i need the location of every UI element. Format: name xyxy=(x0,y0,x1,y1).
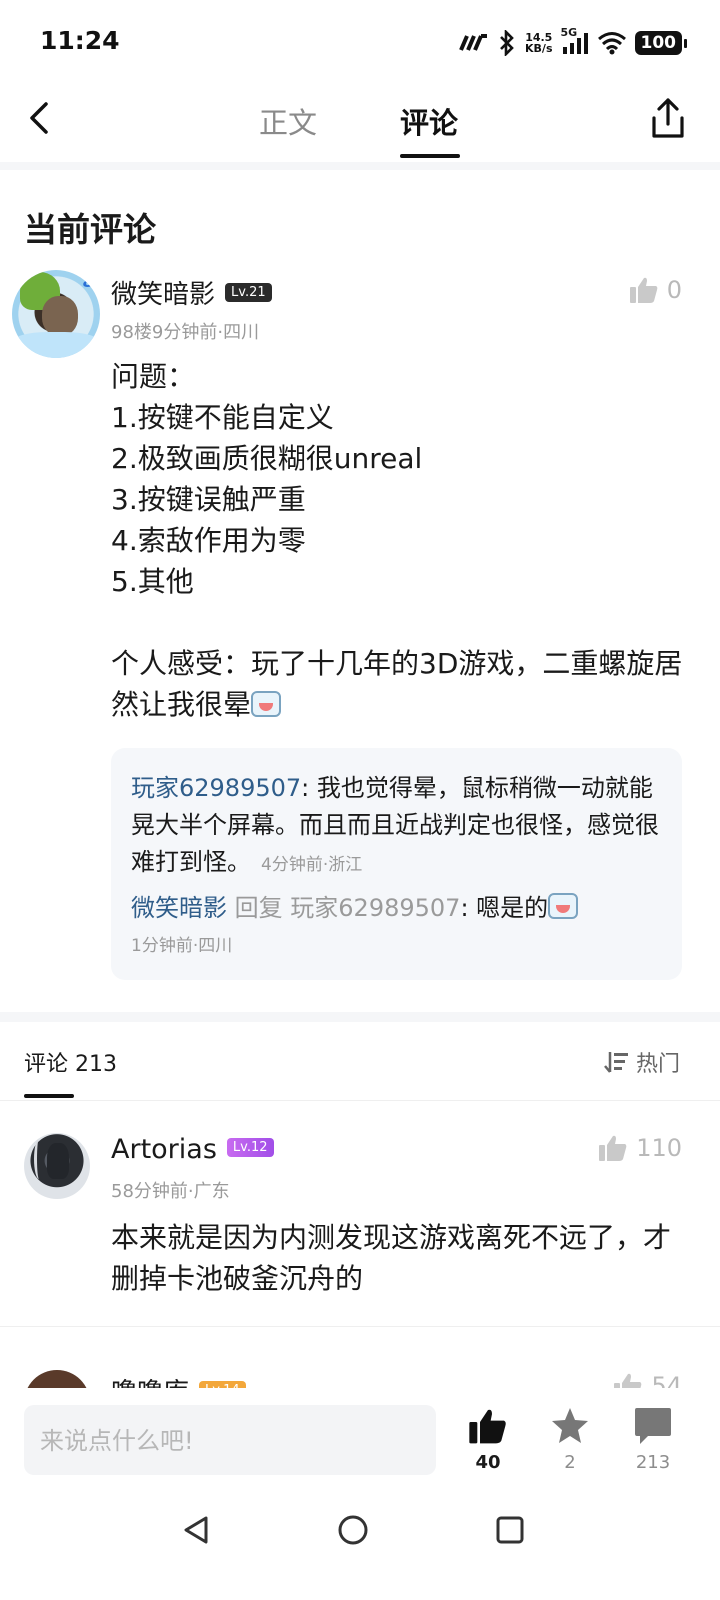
system-navigation-bar xyxy=(0,1488,720,1600)
avatar-image-detail xyxy=(34,1139,44,1179)
comment-meta: 58分钟前·广东 xyxy=(111,1181,230,1202)
tab-main-text[interactable]: 正文 xyxy=(259,100,317,142)
favorite-button[interactable]: 2 xyxy=(535,1406,605,1473)
system-home-icon[interactable] xyxy=(333,1510,373,1550)
active-tab-indicator xyxy=(400,154,460,158)
level-badge: Lv.21 xyxy=(225,283,272,302)
avatar[interactable] xyxy=(24,1133,90,1199)
sort-label: 热门 xyxy=(635,1052,680,1077)
comment-body: 本来就是因为内测发现这游戏离死不远了，才删掉卡池破釜沉舟的 xyxy=(111,1221,672,1295)
comment-author-name[interactable]: Artorias xyxy=(111,1134,217,1165)
thumbs-up-icon xyxy=(629,277,658,303)
carrier-logo-icon xyxy=(459,34,488,51)
comment-line: 4.索敌作用为零 xyxy=(111,524,306,557)
divider xyxy=(0,1100,720,1101)
avatar-image xyxy=(47,1143,69,1179)
favorite-count: 2 xyxy=(564,1452,576,1473)
comment-line: 问题： xyxy=(111,360,196,393)
back-arrow-icon[interactable] xyxy=(20,98,60,138)
avatar-image xyxy=(42,296,78,336)
like-button[interactable]: 110 xyxy=(598,1134,682,1162)
like-post-count: 40 xyxy=(475,1452,501,1473)
reply-target[interactable]: 玩家62989507 xyxy=(290,894,460,922)
star-icon xyxy=(552,1408,588,1443)
like-count: 0 xyxy=(666,276,682,304)
comment-line: 5.其他 xyxy=(111,565,194,598)
like-count: 110 xyxy=(636,1134,682,1162)
bottom-action-bar: 来说点什么吧! 40 2 213 xyxy=(0,1388,720,1488)
like-button[interactable]: 0 xyxy=(629,276,682,304)
status-bar: 11:24 14.5 KB/s 5G 100 xyxy=(0,0,720,88)
bluetooth-icon xyxy=(500,30,514,56)
replies-box[interactable]: 玩家62989507: 我也觉得晕，鼠标稍微一动就能晃大半个屏幕。而且而且近战判… xyxy=(111,748,682,980)
system-recents-icon[interactable] xyxy=(490,1510,530,1550)
reply-text: 嗯是的 xyxy=(476,894,549,922)
comment-feeling-text: 个人感受：玩了十几年的3D游戏，二重螺旋居然让我很晕 xyxy=(111,647,683,721)
share-icon[interactable] xyxy=(648,96,688,140)
comment-author-row: Artorias Lv.12 xyxy=(111,1134,274,1165)
like-post-button[interactable]: 40 xyxy=(453,1406,523,1473)
comment-body: 问题： 1.按键不能自定义 2.极致画质很糊很unreal 3.按键误触严重 4… xyxy=(111,356,691,725)
nav-divider xyxy=(0,162,720,170)
reply-time: 4分钟前·浙江 xyxy=(261,855,363,875)
battery-indicator: 100 xyxy=(634,31,687,55)
reply-time: 1分钟前·四川 xyxy=(131,936,233,956)
comments-button[interactable]: 213 xyxy=(618,1406,688,1473)
comment-line: 3.按键误触严重 xyxy=(111,483,306,516)
thumbs-up-icon xyxy=(599,1135,627,1161)
comments-count: 213 xyxy=(635,1452,671,1473)
comment-bubble-icon xyxy=(635,1408,671,1444)
reply-user[interactable]: 微笑暗影 xyxy=(131,894,227,922)
comments-count-tab[interactable]: 评论 213 xyxy=(24,1046,117,1078)
level-badge: Lv.12 xyxy=(226,1138,274,1157)
avatar-frame-wave xyxy=(12,332,100,358)
comment-author-name[interactable]: 微笑暗影 xyxy=(111,280,215,310)
reply-user[interactable]: 玩家62989507 xyxy=(131,774,301,802)
net-speed-unit: KB/s xyxy=(525,42,553,55)
avatar-anniversary-badge: 8 xyxy=(82,272,94,291)
reply-word: 回复 xyxy=(234,894,283,922)
divider xyxy=(0,1326,720,1327)
dizzy-emoji-icon xyxy=(251,691,282,717)
thumbs-up-icon xyxy=(469,1409,506,1444)
sort-icon xyxy=(604,1052,628,1073)
comment-line: 2.极致画质很糊很unreal xyxy=(111,442,423,475)
comment-line: 1.按键不能自定义 xyxy=(111,401,334,434)
tab-comments[interactable]: 评论 xyxy=(400,100,458,142)
avatar[interactable]: 8 xyxy=(12,270,100,358)
comment-feeling: 个人感受：玩了十几年的3D游戏，二重螺旋居然让我很晕 xyxy=(111,643,691,725)
comments-tab-indicator xyxy=(24,1094,74,1098)
status-time: 11:24 xyxy=(40,26,120,55)
system-back-icon[interactable] xyxy=(176,1510,216,1550)
reply-item: 微笑暗影 回复 玩家62989507: 嗯是的 xyxy=(131,890,671,927)
reply-item: 玩家62989507: 我也觉得晕，鼠标稍微一动就能晃大半个屏幕。而且而且近战判… xyxy=(131,774,659,876)
status-icons: 14.5 KB/s 5G 100 xyxy=(459,26,687,60)
sort-button[interactable]: 热门 xyxy=(604,1046,680,1078)
section-title-current-comment: 当前评论 xyxy=(24,210,156,249)
dizzy-emoji-icon xyxy=(548,893,579,919)
section-divider xyxy=(0,1012,720,1022)
net-speed: 14.5 KB/s xyxy=(525,32,552,54)
comment-meta: 98楼9分钟前·四川 xyxy=(111,322,260,343)
signal-icon xyxy=(562,33,588,54)
comment-input[interactable]: 来说点什么吧! xyxy=(24,1405,436,1475)
top-nav: 正文 评论 xyxy=(0,88,720,163)
signal: 5G xyxy=(561,26,589,56)
wifi-icon xyxy=(597,32,626,55)
comment-author-row: 微笑暗影 Lv.21 xyxy=(111,274,272,311)
